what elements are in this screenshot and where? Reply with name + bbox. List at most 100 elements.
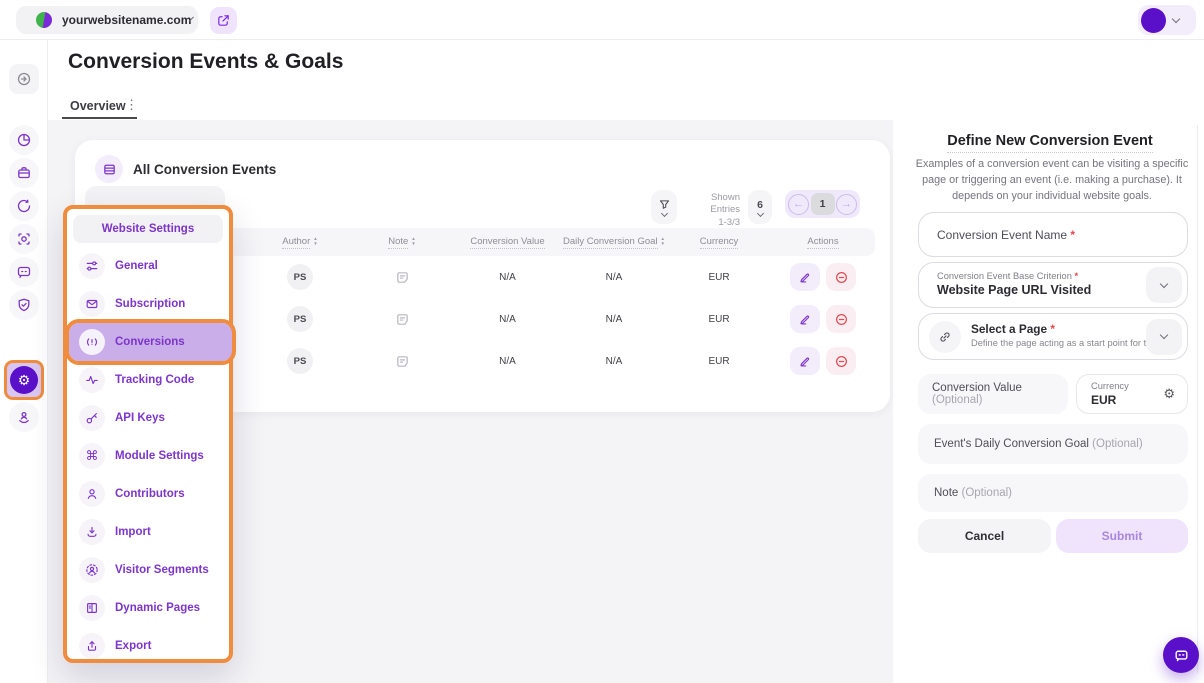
link-icon xyxy=(929,321,961,353)
base-criterion-select[interactable]: Conversion Event Base Criterion * Websit… xyxy=(918,262,1188,308)
author-avatar: PS xyxy=(287,306,313,332)
circle-minus-icon xyxy=(834,312,849,327)
menu-item-subscription[interactable]: Subscription xyxy=(73,285,223,323)
command-icon: ⌘ xyxy=(79,443,105,469)
page-size-select[interactable]: 6 xyxy=(748,190,772,224)
column-header-conversion-value: Conversion Value xyxy=(454,236,561,249)
conversion-event-name-input[interactable]: Conversion Event Name * xyxy=(918,212,1188,257)
sidebar: ⚙ xyxy=(0,40,48,683)
dashboard-pie-icon[interactable] xyxy=(9,125,39,155)
person-icon xyxy=(79,481,105,507)
column-header-author[interactable]: Author▲▼ xyxy=(250,236,350,249)
pencil-icon xyxy=(798,354,812,368)
sort-icon: ▲▼ xyxy=(411,237,415,247)
criterion-dropdown-button[interactable] xyxy=(1146,267,1182,303)
note-icon[interactable] xyxy=(350,270,454,285)
menu-title: Website Settings xyxy=(73,215,223,243)
column-header-daily-goal[interactable]: Daily Conversion Goal▲▼ xyxy=(561,236,667,249)
chevron-down-icon xyxy=(1172,14,1180,22)
visitors-focus-icon[interactable] xyxy=(9,224,39,254)
menu-item-dynamic-pages[interactable]: Dynamic Pages xyxy=(73,589,223,627)
currency-value: EUR xyxy=(1091,393,1116,407)
chevron-down-icon xyxy=(660,210,667,217)
menu-item-visitor-segments[interactable]: Visitor Segments xyxy=(73,551,223,589)
company-briefcase-icon[interactable] xyxy=(9,158,39,188)
edit-button[interactable] xyxy=(790,305,820,333)
support-chat-button[interactable] xyxy=(1163,637,1199,673)
menu-item-module-settings[interactable]: ⌘ Module Settings xyxy=(73,437,223,475)
shown-entries: Shown Entries 1-3/3 xyxy=(680,192,740,229)
column-header-currency: Currency xyxy=(667,236,771,249)
topbar: yourwebsitename.com xyxy=(0,0,1204,40)
required-marker: * xyxy=(1070,228,1075,242)
external-link-icon xyxy=(216,13,231,28)
daily-goal-cell: N/A xyxy=(561,272,667,283)
sort-icon: ▲▼ xyxy=(661,237,665,247)
scrollbar-track[interactable] xyxy=(1197,125,1198,673)
page-number[interactable]: 1 xyxy=(811,193,835,215)
privacy-shield-icon[interactable] xyxy=(9,290,39,320)
filter-button[interactable] xyxy=(651,190,677,224)
delete-button[interactable] xyxy=(826,347,856,375)
location-person-icon[interactable] xyxy=(9,402,39,432)
settings-gear-icon[interactable]: ⚙ xyxy=(4,360,44,400)
key-icon xyxy=(79,405,105,431)
sessions-refresh-icon[interactable] xyxy=(9,191,39,221)
chevron-down-icon xyxy=(1160,279,1168,287)
pencil-icon xyxy=(798,312,812,326)
note-icon[interactable] xyxy=(350,312,454,327)
feedback-chat-icon[interactable] xyxy=(9,257,39,287)
next-page-button[interactable]: → xyxy=(836,194,857,215)
page-title: Conversion Events & Goals xyxy=(68,50,343,74)
currency-cell: EUR xyxy=(667,356,771,367)
card-title: All Conversion Events xyxy=(133,162,276,177)
tab-options-kebab-icon[interactable]: ⋮ xyxy=(125,97,138,113)
edit-button[interactable] xyxy=(790,347,820,375)
circle-minus-icon xyxy=(834,354,849,369)
note-icon[interactable] xyxy=(350,354,454,369)
cancel-button[interactable]: Cancel xyxy=(918,519,1051,553)
menu-item-tracking-code[interactable]: Tracking Code xyxy=(73,361,223,399)
app-root: yourwebsitename.com ⚙ Conversion Events … xyxy=(0,0,1204,683)
currency-settings-gear-icon[interactable]: ⚙ xyxy=(1163,386,1175,402)
form-description: Examples of a conversion event can be vi… xyxy=(903,156,1201,205)
chat-bubble-icon xyxy=(1173,647,1190,664)
note-input[interactable]: Note (Optional) xyxy=(918,474,1188,512)
pagination: ← 1 → xyxy=(785,190,860,218)
tab-overview[interactable]: Overview xyxy=(70,99,126,113)
collapse-sidebar-icon[interactable] xyxy=(9,64,39,94)
prev-page-button[interactable]: ← xyxy=(788,194,809,215)
edit-button[interactable] xyxy=(790,263,820,291)
menu-item-export[interactable]: Export xyxy=(73,627,223,665)
conversion-value-input[interactable]: Conversion Value (Optional) xyxy=(918,374,1068,414)
currency-select[interactable]: Currency EUR ⚙ xyxy=(1076,374,1188,414)
website-settings-menu: Website Settings General Subscription Co… xyxy=(63,205,233,663)
sort-icon: ▲▼ xyxy=(313,237,317,247)
menu-item-conversions[interactable]: Conversions xyxy=(69,323,232,361)
currency-cell: EUR xyxy=(667,314,771,325)
column-header-note[interactable]: Note▲▼ xyxy=(350,236,454,249)
select-page-field[interactable]: Select a Page * Define the page acting a… xyxy=(918,313,1188,360)
delete-button[interactable] xyxy=(826,263,856,291)
delete-button[interactable] xyxy=(826,305,856,333)
pencil-icon xyxy=(798,270,812,284)
open-website-button[interactable] xyxy=(210,7,237,34)
website-selector[interactable]: yourwebsitename.com xyxy=(16,6,198,34)
menu-item-contributors[interactable]: Contributors xyxy=(73,475,223,513)
menu-item-import[interactable]: Import xyxy=(73,513,223,551)
user-menu[interactable] xyxy=(1138,5,1196,35)
submit-button[interactable]: Submit xyxy=(1056,519,1188,553)
select-page-dropdown-button[interactable] xyxy=(1146,319,1182,355)
pulse-icon xyxy=(79,367,105,393)
announcement-icon xyxy=(79,329,105,355)
chevron-down-icon xyxy=(756,209,763,216)
menu-item-general[interactable]: General xyxy=(73,247,223,285)
daily-goal-input[interactable]: Event's Daily Conversion Goal (Optional) xyxy=(918,424,1188,464)
form-title: Define New Conversion Event xyxy=(900,132,1200,153)
envelope-icon xyxy=(79,291,105,317)
menu-item-api-keys[interactable]: API Keys xyxy=(73,399,223,437)
column-header-actions: Actions xyxy=(771,236,875,249)
arrow-left-icon: ← xyxy=(793,199,804,210)
website-name: yourwebsitename.com xyxy=(62,13,191,27)
conversion-value-cell: N/A xyxy=(454,314,561,325)
